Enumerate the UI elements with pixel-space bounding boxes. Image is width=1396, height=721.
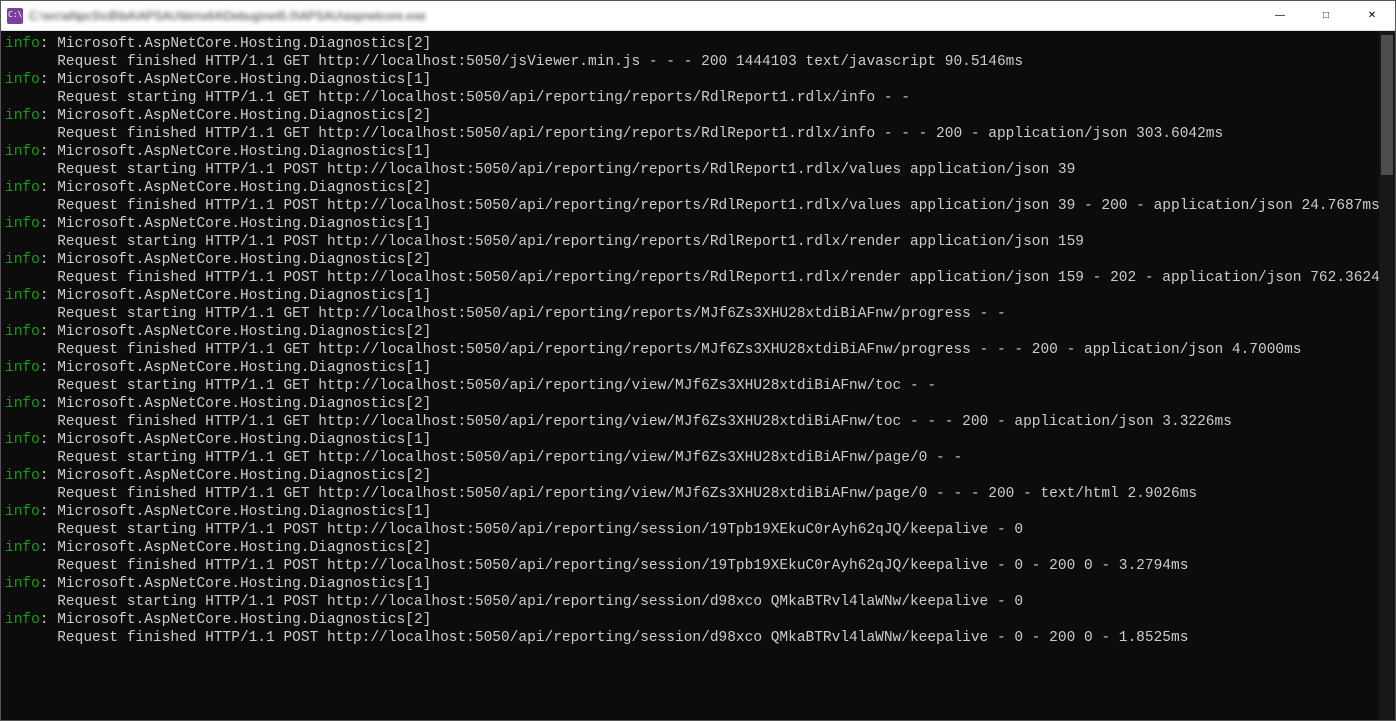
log-level: info [5,144,40,160]
scrollbar-thumb[interactable] [1381,35,1393,175]
log-level: info [5,504,40,520]
log-header-line: info: Microsoft.AspNetCore.Hosting.Diagn… [5,467,1395,485]
log-level: info [5,288,40,304]
terminal-icon [7,8,23,24]
log-level: info [5,252,40,268]
log-header-line: info: Microsoft.AspNetCore.Hosting.Diagn… [5,395,1395,413]
log-source: : Microsoft.AspNetCore.Hosting.Diagnosti… [40,144,432,160]
log-level: info [5,576,40,592]
log-header-line: info: Microsoft.AspNetCore.Hosting.Diagn… [5,179,1395,197]
log-message-line: Request finished HTTP/1.1 GET http://loc… [5,125,1395,143]
log-source: : Microsoft.AspNetCore.Hosting.Diagnosti… [40,504,432,520]
log-header-line: info: Microsoft.AspNetCore.Hosting.Diagn… [5,71,1395,89]
log-source: : Microsoft.AspNetCore.Hosting.Diagnosti… [40,180,432,196]
log-source: : Microsoft.AspNetCore.Hosting.Diagnosti… [40,396,432,412]
titlebar-left: C:\src\aNpcS\cB\bA\APSAU\bin\x64\Debug\n… [7,8,426,24]
log-level: info [5,360,40,376]
log-source: : Microsoft.AspNetCore.Hosting.Diagnosti… [40,468,432,484]
log-message-line: Request finished HTTP/1.1 POST http://lo… [5,197,1395,215]
log-header-line: info: Microsoft.AspNetCore.Hosting.Diagn… [5,611,1395,629]
log-message-line: Request finished HTTP/1.1 POST http://lo… [5,557,1395,575]
log-level: info [5,540,40,556]
log-level: info [5,180,40,196]
log-level: info [5,108,40,124]
maximize-button[interactable]: □ [1303,1,1349,30]
log-header-line: info: Microsoft.AspNetCore.Hosting.Diagn… [5,575,1395,593]
log-header-line: info: Microsoft.AspNetCore.Hosting.Diagn… [5,287,1395,305]
log-source: : Microsoft.AspNetCore.Hosting.Diagnosti… [40,288,432,304]
console-output[interactable]: info: Microsoft.AspNetCore.Hosting.Diagn… [1,31,1395,720]
log-source: : Microsoft.AspNetCore.Hosting.Diagnosti… [40,252,432,268]
log-message-line: Request finished HTTP/1.1 GET http://loc… [5,341,1395,359]
log-source: : Microsoft.AspNetCore.Hosting.Diagnosti… [40,216,432,232]
log-level: info [5,612,40,628]
log-source: : Microsoft.AspNetCore.Hosting.Diagnosti… [40,324,432,340]
log-header-line: info: Microsoft.AspNetCore.Hosting.Diagn… [5,431,1395,449]
log-message-line: Request starting HTTP/1.1 GET http://loc… [5,449,1395,467]
log-message-line: Request finished HTTP/1.1 GET http://loc… [5,53,1395,71]
log-source: : Microsoft.AspNetCore.Hosting.Diagnosti… [40,576,432,592]
log-header-line: info: Microsoft.AspNetCore.Hosting.Diagn… [5,215,1395,233]
log-message-line: Request starting HTTP/1.1 POST http://lo… [5,593,1395,611]
log-level: info [5,72,40,88]
log-source: : Microsoft.AspNetCore.Hosting.Diagnosti… [40,72,432,88]
log-header-line: info: Microsoft.AspNetCore.Hosting.Diagn… [5,143,1395,161]
window-controls: — □ ✕ [1257,1,1395,30]
log-source: : Microsoft.AspNetCore.Hosting.Diagnosti… [40,540,432,556]
log-message-line: Request starting HTTP/1.1 POST http://lo… [5,161,1395,179]
log-message-line: Request starting HTTP/1.1 GET http://loc… [5,305,1395,323]
log-message-line: Request starting HTTP/1.1 POST http://lo… [5,521,1395,539]
log-header-line: info: Microsoft.AspNetCore.Hosting.Diagn… [5,359,1395,377]
log-message-line: Request finished HTTP/1.1 GET http://loc… [5,485,1395,503]
log-message-line: Request finished HTTP/1.1 GET http://loc… [5,413,1395,431]
log-level: info [5,324,40,340]
log-level: info [5,216,40,232]
log-level: info [5,36,40,52]
log-message-line: Request starting HTTP/1.1 POST http://lo… [5,233,1395,251]
log-message-line: Request starting HTTP/1.1 GET http://loc… [5,377,1395,395]
log-level: info [5,468,40,484]
console-window: C:\src\aNpcS\cB\bA\APSAU\bin\x64\Debug\n… [0,0,1396,721]
close-button[interactable]: ✕ [1349,1,1395,30]
log-header-line: info: Microsoft.AspNetCore.Hosting.Diagn… [5,251,1395,269]
log-level: info [5,396,40,412]
log-source: : Microsoft.AspNetCore.Hosting.Diagnosti… [40,612,432,628]
log-header-line: info: Microsoft.AspNetCore.Hosting.Diagn… [5,107,1395,125]
log-source: : Microsoft.AspNetCore.Hosting.Diagnosti… [40,360,432,376]
minimize-button[interactable]: — [1257,1,1303,30]
log-header-line: info: Microsoft.AspNetCore.Hosting.Diagn… [5,35,1395,53]
log-source: : Microsoft.AspNetCore.Hosting.Diagnosti… [40,432,432,448]
log-message-line: Request starting HTTP/1.1 GET http://loc… [5,89,1395,107]
log-level: info [5,432,40,448]
window-title: C:\src\aNpcS\cB\bA\APSAU\bin\x64\Debug\n… [29,9,426,23]
log-header-line: info: Microsoft.AspNetCore.Hosting.Diagn… [5,323,1395,341]
log-message-line: Request finished HTTP/1.1 POST http://lo… [5,269,1395,287]
log-header-line: info: Microsoft.AspNetCore.Hosting.Diagn… [5,539,1395,557]
scrollbar-track[interactable] [1379,31,1395,720]
log-source: : Microsoft.AspNetCore.Hosting.Diagnosti… [40,36,432,52]
log-message-line: Request finished HTTP/1.1 POST http://lo… [5,629,1395,647]
log-source: : Microsoft.AspNetCore.Hosting.Diagnosti… [40,108,432,124]
titlebar[interactable]: C:\src\aNpcS\cB\bA\APSAU\bin\x64\Debug\n… [1,1,1395,31]
log-header-line: info: Microsoft.AspNetCore.Hosting.Diagn… [5,503,1395,521]
